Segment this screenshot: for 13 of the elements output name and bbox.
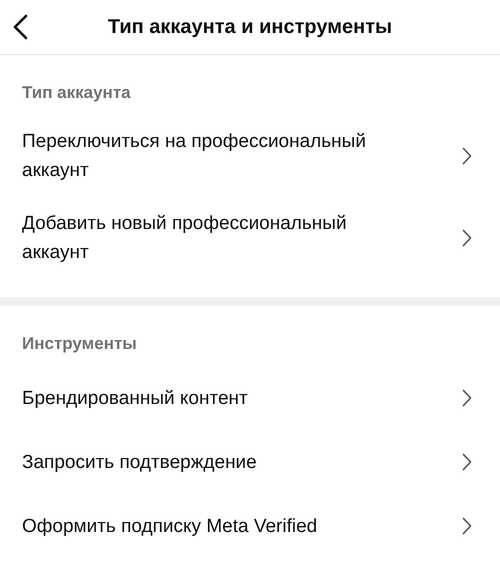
chevron-right-icon bbox=[462, 229, 472, 247]
chevron-right-icon bbox=[462, 147, 472, 165]
menu-item[interactable]: Запросить подтверждение bbox=[0, 430, 500, 494]
section-heading: Тип аккаунта bbox=[21, 82, 132, 104]
section-heading: Инструменты bbox=[21, 333, 138, 355]
screen-title: Тип аккаунта и инструменты bbox=[108, 16, 392, 38]
menu-item[interactable]: Брендированный контент bbox=[0, 366, 500, 430]
chevron-right-icon bbox=[462, 453, 472, 471]
chevron-right-icon bbox=[462, 517, 472, 535]
menu-item[interactable]: Переключиться на профессиональный аккаунт bbox=[0, 115, 500, 197]
menu-item[interactable]: Добавить новый профессиональный аккаунт bbox=[0, 197, 500, 279]
chevron-right-icon bbox=[462, 389, 472, 407]
menu-item[interactable]: Оформить подписку Meta Verified bbox=[0, 494, 500, 558]
